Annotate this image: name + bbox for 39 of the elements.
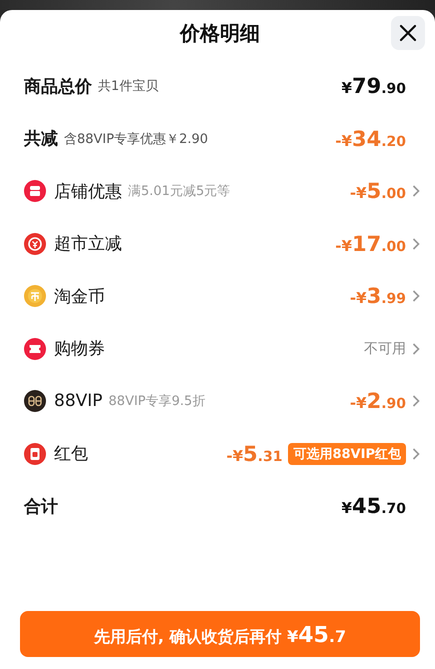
- row-label: 红包: [54, 443, 88, 466]
- row-note: 含88VIP专享优惠￥2.90: [64, 130, 208, 148]
- row-label: 超市立减: [54, 233, 122, 256]
- row-note: 88VIP专享9.5折: [108, 393, 206, 410]
- discount-icon: [24, 232, 46, 255]
- amount-text: -¥3.99: [350, 284, 406, 308]
- chevron-icon[interactable]: [412, 236, 420, 251]
- vip-icon: [24, 390, 46, 412]
- row-label: 商品总价: [24, 76, 92, 98]
- amount-text: -¥17.00: [335, 232, 406, 256]
- row-label: 店铺优惠: [54, 180, 122, 203]
- pay-later-button[interactable]: 先用后付, 确认收货后再付 ¥45.7: [20, 611, 420, 657]
- amount-text: -¥34.20: [335, 126, 406, 151]
- status-text: 不可用: [364, 340, 406, 358]
- chevron-icon[interactable]: [412, 342, 420, 356]
- row-label: 88VIP: [54, 391, 103, 412]
- row-label: 合计: [24, 496, 58, 518]
- amount-text: -¥5.31: [226, 442, 282, 466]
- row-label: 共减: [24, 128, 58, 150]
- amount-text: -¥5.00: [350, 179, 406, 204]
- shop-icon: [24, 180, 46, 202]
- amount-text: -¥2.90: [350, 389, 406, 414]
- chevron-icon[interactable]: [412, 394, 420, 408]
- coin-icon: [24, 285, 46, 308]
- row-note: 共1件宝贝: [98, 78, 158, 96]
- envelope-icon: [24, 442, 46, 465]
- vip-offer-tag[interactable]: 可选用88VIP红包: [288, 442, 406, 465]
- chevron-icon[interactable]: [412, 184, 420, 198]
- row-note: 满5.01元减5元等: [128, 183, 230, 200]
- sheet-title: 价格明细: [180, 20, 260, 46]
- row-label: 淘金币: [54, 286, 105, 308]
- row-label: 购物券: [54, 338, 105, 360]
- chevron-icon[interactable]: [412, 446, 420, 461]
- amount-text: ¥45.70: [342, 494, 406, 518]
- close-button[interactable]: [391, 16, 425, 50]
- ticket-icon: [24, 338, 46, 360]
- close-icon: [399, 24, 417, 42]
- amount-text: ¥79.90: [342, 74, 406, 98]
- chevron-icon[interactable]: [412, 289, 420, 304]
